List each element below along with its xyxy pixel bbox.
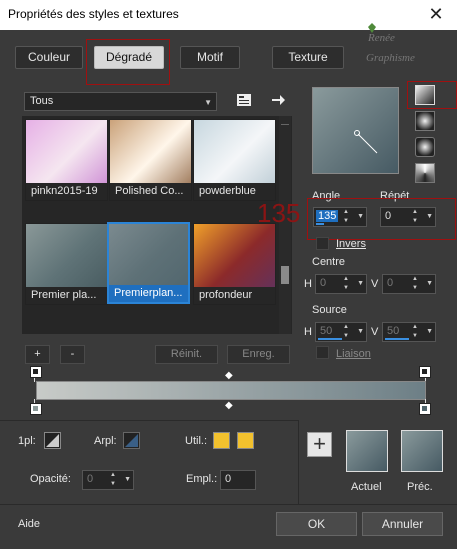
center-h-label: H — [304, 278, 312, 290]
chevron-down-icon: ▼ — [204, 98, 212, 107]
gradient-thumbnail[interactable]: Polished Co... — [109, 119, 192, 201]
radial-gradient-type-button[interactable] — [415, 163, 435, 183]
gradient-thumbnail-label: Polished Co... — [110, 183, 191, 200]
source-v-value: 50 — [387, 325, 400, 337]
cancel-button[interactable]: Annuler — [362, 512, 443, 536]
angle-annotation: 135 — [257, 198, 301, 228]
remove-gradient-button[interactable]: - — [60, 345, 85, 364]
opacity-updown-icon[interactable]: ▲ ▼ — [108, 471, 118, 489]
gradient-library-icon[interactable] — [236, 92, 252, 108]
highlight-box-tab — [86, 39, 170, 85]
center-h-input[interactable]: 0 ▲ ▼ ▼ — [315, 274, 367, 294]
center-v-input[interactable]: 0 ▲ ▼ ▼ — [382, 274, 436, 294]
rectangular-gradient-type-button[interactable] — [415, 111, 435, 131]
link-label: Liaison — [336, 348, 371, 360]
ok-button[interactable]: OK — [276, 512, 357, 536]
util-label: Util.: — [185, 435, 207, 447]
watermark-line2: Graphisme — [366, 52, 415, 64]
opacity-value: 0 — [87, 473, 94, 485]
center-h-dropdown-icon[interactable]: ▼ — [357, 280, 364, 287]
tab-motif[interactable]: Motif — [180, 46, 240, 69]
watermark-line1: Renée — [368, 32, 395, 44]
close-icon[interactable]: ✕ — [425, 3, 447, 25]
gradient-thumbnail[interactable]: pinkn2015-19 — [25, 119, 108, 201]
pl-style-icon[interactable] — [44, 432, 61, 449]
transparency-midpoint-marker[interactable]: ◆ — [225, 370, 233, 381]
gradient-thumbnail-label: profondeur — [194, 287, 275, 304]
source-h-input[interactable]: 50 ▲ ▼ ▼ — [315, 322, 367, 342]
source-h-label: H — [304, 326, 312, 338]
scrollbar-thumb[interactable] — [281, 266, 289, 284]
empl-label: Empl.: — [186, 473, 218, 485]
gradient-bar[interactable] — [36, 381, 426, 400]
highlight-box-angle — [307, 198, 456, 240]
center-label: Centre — [312, 256, 346, 268]
gradient-thumbnail-label: Premier pla... — [26, 287, 107, 304]
previous-swatch[interactable] — [401, 430, 443, 472]
source-v-progress — [385, 338, 409, 340]
gradient-thumbnail-label: Premierplan... — [109, 285, 188, 302]
source-label: Source — [312, 304, 347, 316]
source-v-input[interactable]: 50 ▲ ▼ ▼ — [382, 322, 436, 342]
source-h-updown-icon[interactable]: ▲ ▼ — [341, 323, 351, 341]
pl-label: 1pl: — [18, 435, 36, 447]
add-gradient-button[interactable]: + — [25, 345, 50, 364]
title-bar: Propriétés des styles et textures ✕ — [0, 0, 457, 30]
center-v-value: 0 — [387, 277, 394, 289]
invert-checkbox[interactable] — [316, 237, 329, 250]
gradient-thumbnail[interactable]: powderblue — [193, 119, 276, 201]
top-left-marker-icon[interactable] — [30, 366, 42, 378]
center-v-updown-icon[interactable]: ▲ ▼ — [410, 275, 420, 293]
opacity-label: Opacité: — [30, 473, 71, 485]
empl-value: 0 — [225, 473, 232, 485]
gradient-thumbnail[interactable]: profondeur — [193, 223, 276, 305]
center-v-dropdown-icon[interactable]: ▼ — [426, 280, 433, 287]
current-label: Actuel — [351, 481, 382, 493]
util-color-swatch[interactable] — [213, 432, 230, 449]
category-select[interactable]: Tous ▼ — [24, 92, 217, 111]
source-h-value: 50 — [320, 325, 333, 337]
current-swatch[interactable] — [346, 430, 388, 472]
help-link[interactable]: Aide — [18, 518, 40, 530]
center-v-label: V — [371, 278, 379, 290]
empl-input[interactable]: 0 — [220, 470, 256, 490]
link-checkbox[interactable] — [316, 346, 329, 359]
tab-texture[interactable]: Texture — [272, 46, 344, 69]
color-midpoint-marker[interactable]: ◆ — [225, 400, 233, 411]
source-h-dropdown-icon[interactable]: ▼ — [357, 328, 364, 335]
add-swatch-button[interactable]: + — [307, 432, 332, 457]
source-v-dropdown-icon[interactable]: ▼ — [426, 328, 433, 335]
sunburst-gradient-type-button[interactable] — [415, 137, 435, 157]
tab-couleur[interactable]: Couleur — [15, 46, 83, 69]
save-button[interactable]: Enreg. — [227, 345, 290, 364]
gradient-thumbnail[interactable]: Premierplan... — [107, 222, 190, 304]
center-h-value: 0 — [320, 277, 327, 289]
top-right-marker-icon[interactable] — [419, 366, 431, 378]
opacity-input[interactable]: 0 ▲ ▼ ▼ — [82, 470, 134, 490]
source-v-label: V — [371, 326, 379, 338]
gradient-preview[interactable] — [312, 87, 399, 174]
arrow-right-icon[interactable] — [270, 92, 286, 108]
bottom-left-stop-icon[interactable] — [30, 403, 42, 415]
arpl-style-icon[interactable] — [123, 432, 140, 449]
category-select-value: Tous — [30, 95, 54, 107]
opacity-dropdown-icon[interactable]: ▼ — [124, 476, 131, 483]
gradient-thumbnail-label: pinkn2015-19 — [26, 183, 107, 200]
gradient-thumbnail[interactable]: Premier pla... — [25, 223, 108, 305]
arpl-label: Arpl: — [94, 435, 117, 447]
invert-label: Invers — [336, 238, 366, 250]
source-h-progress — [318, 338, 342, 340]
reset-button[interactable]: Réinit. — [155, 345, 218, 364]
bottom-right-stop-icon[interactable] — [419, 403, 431, 415]
center-h-updown-icon[interactable]: ▲ ▼ — [341, 275, 351, 293]
window-title: Propriétés des styles et textures — [8, 7, 179, 21]
source-v-updown-icon[interactable]: ▲ ▼ — [410, 323, 420, 341]
highlight-box-type — [407, 81, 457, 109]
previous-label: Préc. — [407, 481, 433, 493]
util-color-swatch-2[interactable] — [237, 432, 254, 449]
